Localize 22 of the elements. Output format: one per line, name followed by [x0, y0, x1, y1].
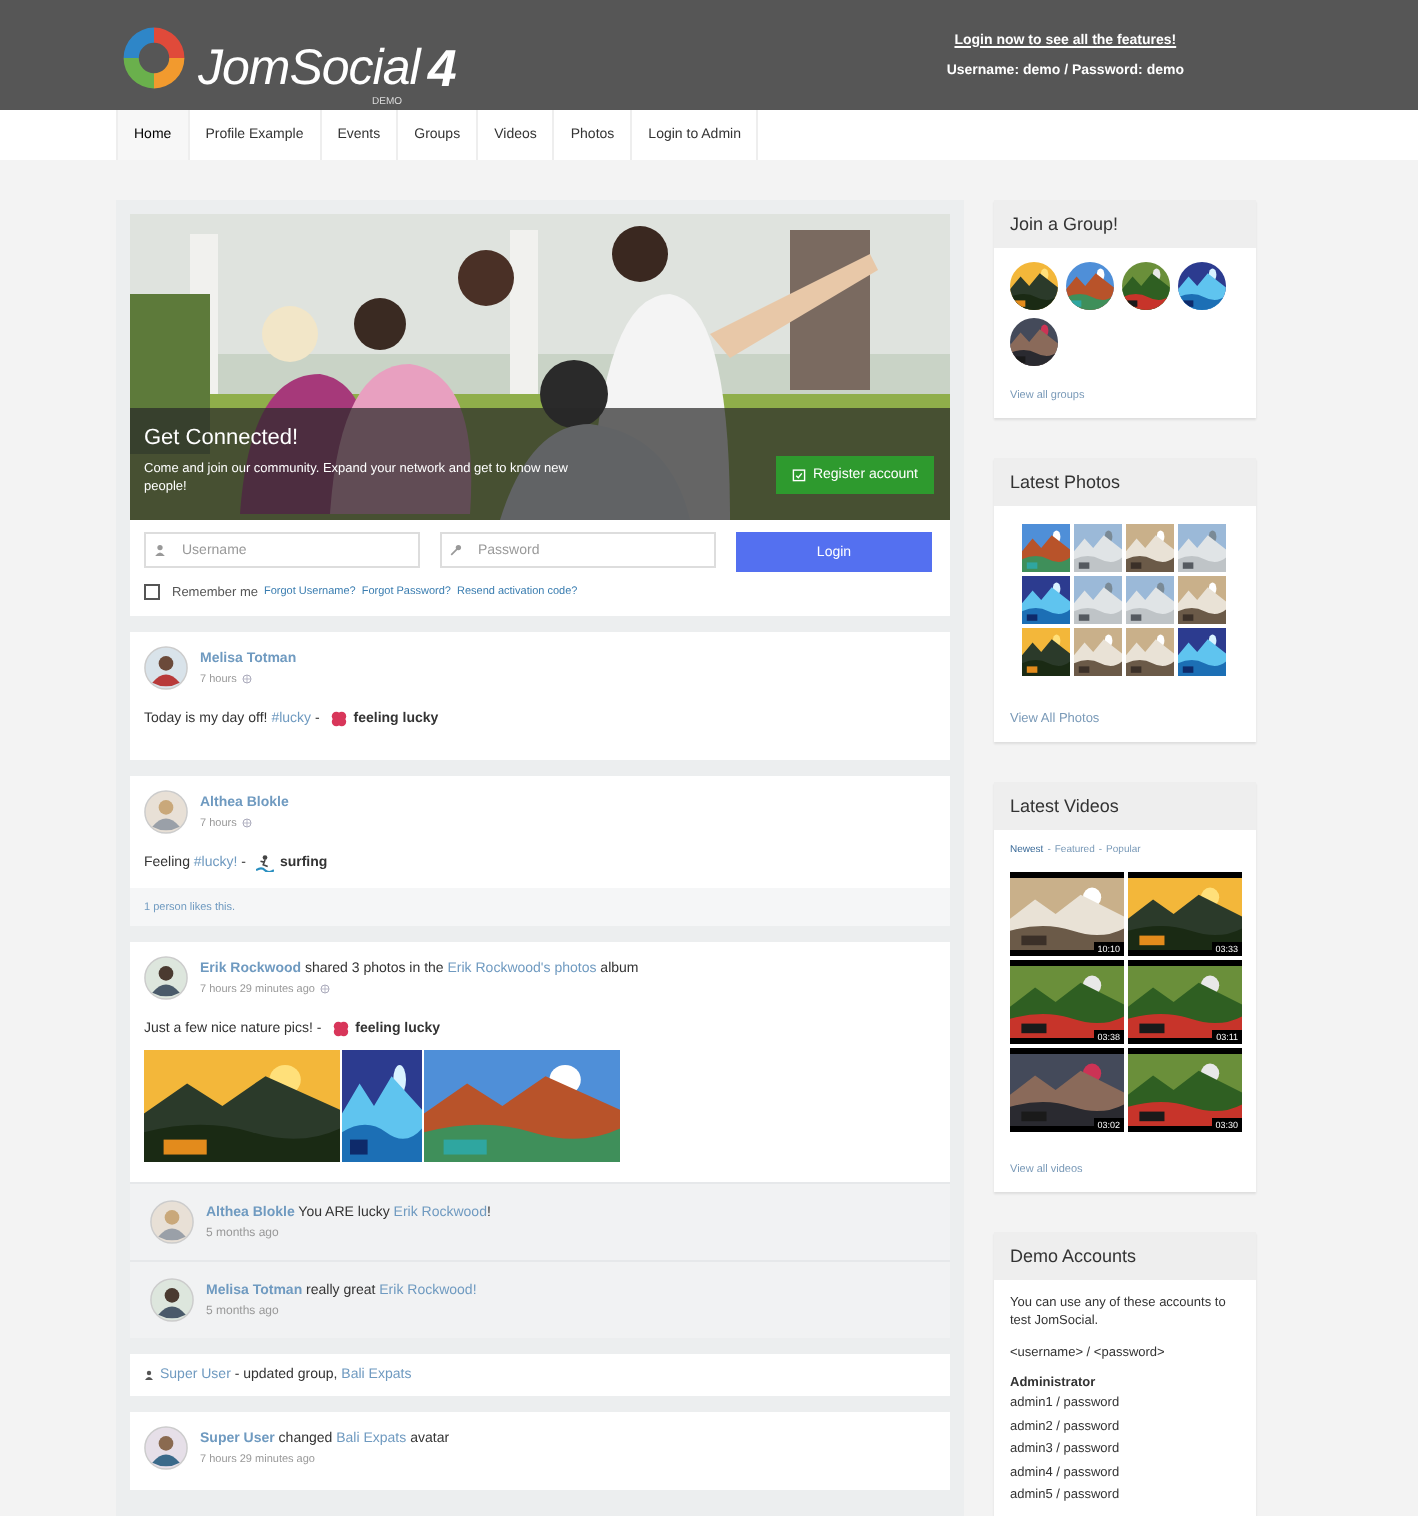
- panel-title: Join a Group!: [994, 200, 1256, 248]
- panel-title: Demo Accounts: [994, 1232, 1256, 1280]
- globe-icon: [242, 674, 253, 684]
- user-icon: [144, 1370, 154, 1380]
- user-avatar[interactable]: [144, 646, 188, 690]
- globe-icon: [242, 818, 253, 828]
- panel-title: Latest Videos: [994, 782, 1256, 830]
- checklist-icon: [792, 468, 807, 482]
- user-avatar[interactable]: [150, 1278, 194, 1322]
- panel-title: Latest Photos: [994, 458, 1256, 506]
- surfer-icon: [255, 854, 274, 872]
- checkbox[interactable]: [144, 584, 160, 600]
- logo-version: 4: [427, 41, 457, 95]
- hero-title: Get Connected!: [144, 425, 301, 450]
- logo-text: JomSocial: [198, 41, 420, 95]
- clover-icon: [331, 1020, 350, 1038]
- user-avatar[interactable]: [144, 1426, 188, 1470]
- user-avatar[interactable]: [144, 956, 188, 1000]
- key-icon: [450, 544, 462, 556]
- clover-icon: [329, 710, 348, 728]
- user-icon: [154, 544, 166, 556]
- globe-icon: [320, 984, 331, 994]
